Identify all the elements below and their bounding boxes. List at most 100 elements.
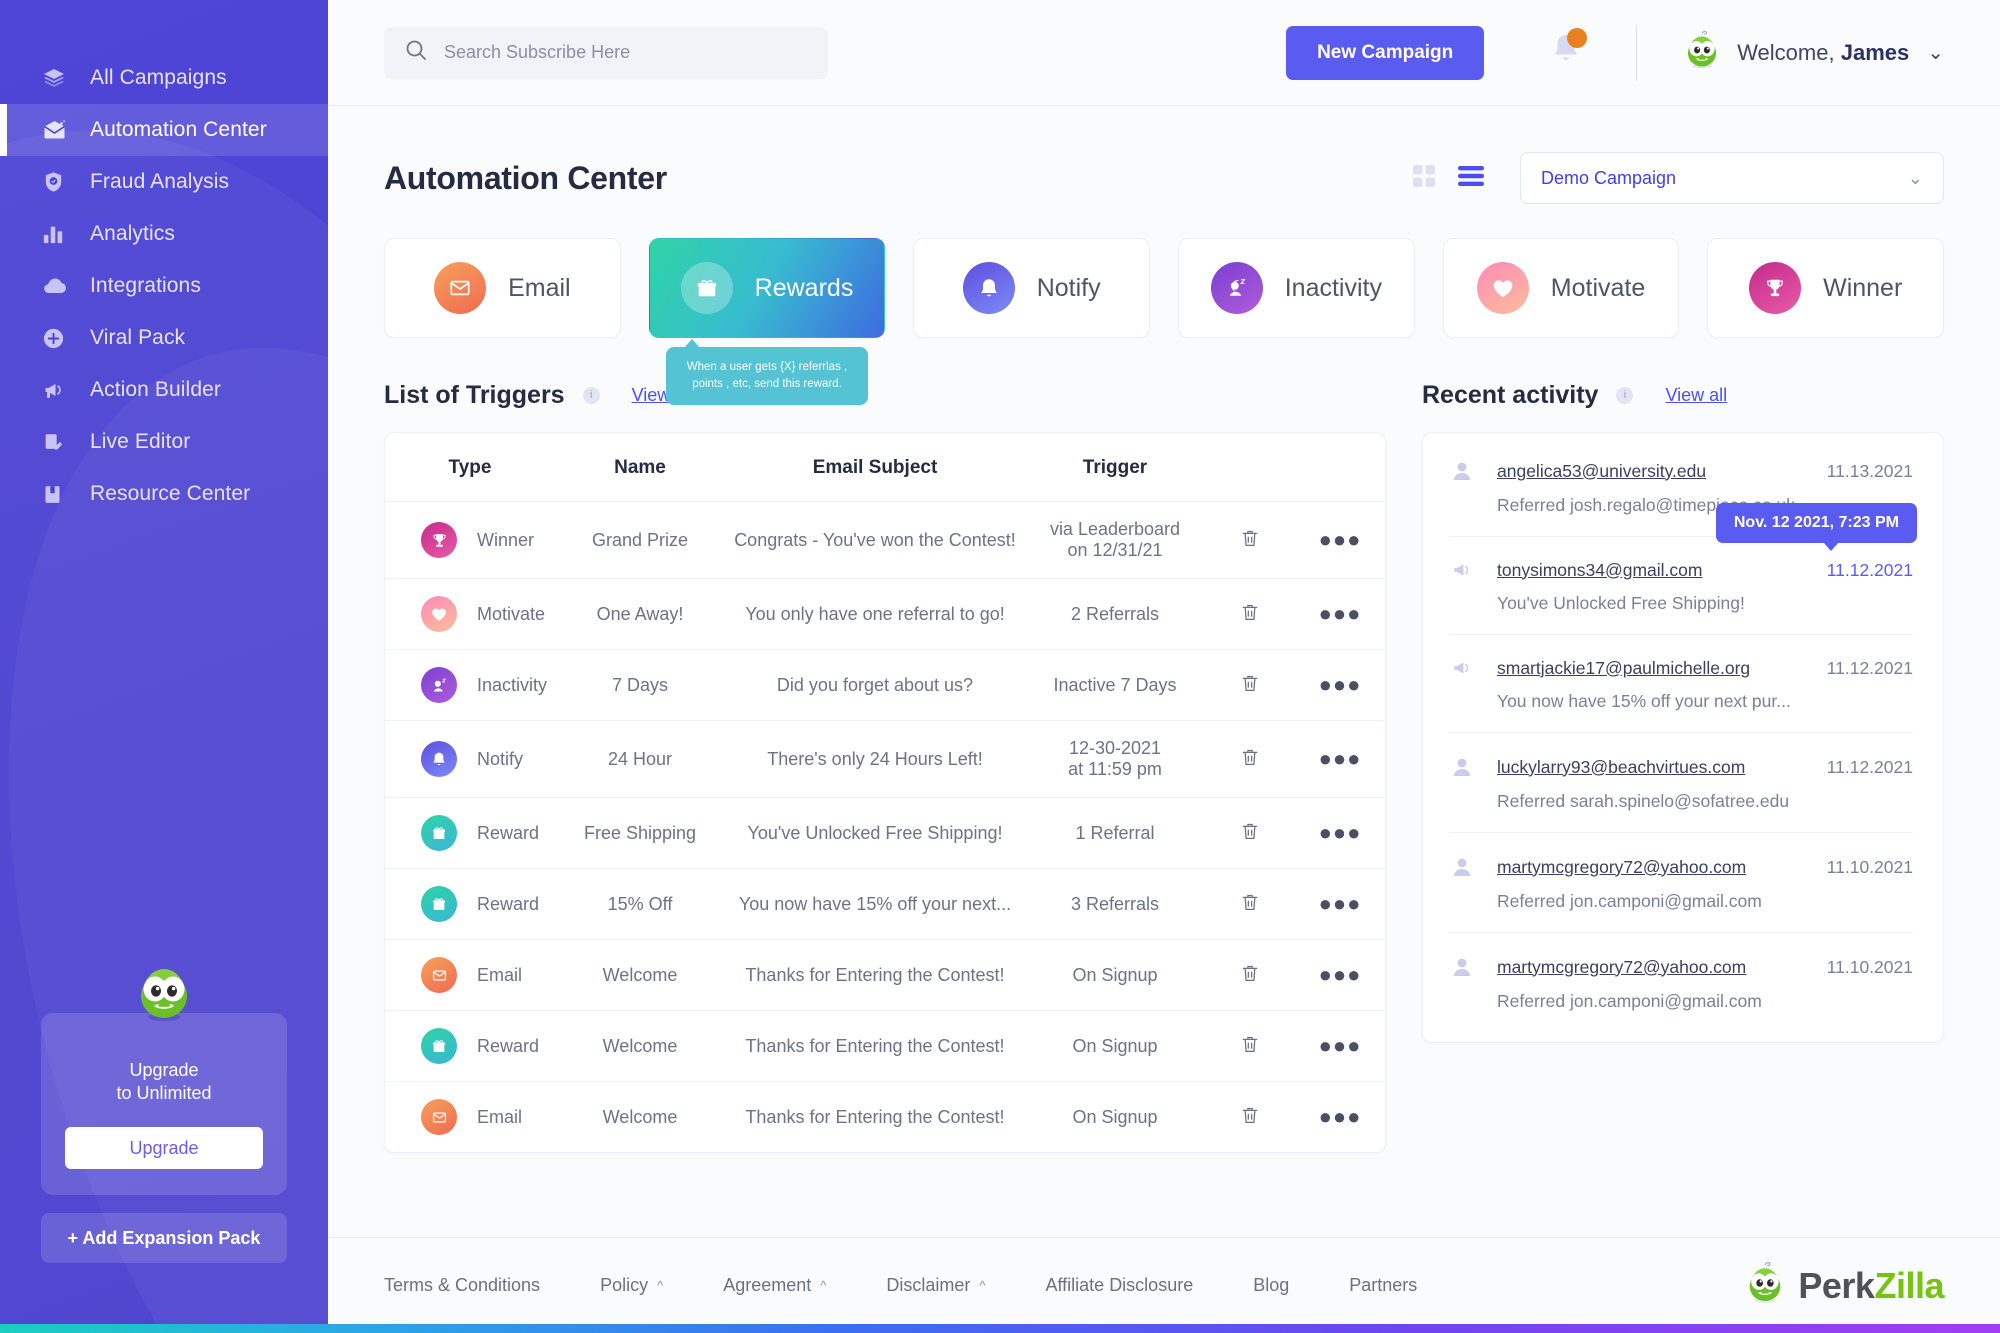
recent-activity-header: Recent activity i View all [1422, 376, 1944, 414]
type-label: Reward [477, 1035, 540, 1056]
footer-link[interactable]: Blog [1253, 1275, 1289, 1296]
perkzilla-mascot-icon [1742, 1259, 1788, 1312]
category-card-notify[interactable]: Notify [913, 238, 1151, 338]
table-row[interactable]: Motivate One Away! You only have one refer… [385, 578, 1385, 650]
delete-icon[interactable] [1240, 894, 1260, 917]
activity-email-link[interactable]: tonysimons34@gmail.com [1497, 560, 1702, 581]
table-row[interactable]: Inactivity 7 Days Did you forget about us?… [385, 649, 1385, 721]
category-card-winner[interactable]: Winner [1707, 238, 1945, 338]
sidebar-item-automation-center[interactable]: Automation Center [0, 104, 328, 156]
user-menu[interactable]: Welcome, James ⌄ [1681, 28, 1944, 77]
cell-name: 7 Days [555, 649, 725, 721]
info-icon[interactable]: i [1616, 386, 1634, 404]
activity-item[interactable]: smartjackie17@paulmichelle.org 11.12.2021… [1449, 634, 1913, 732]
sidebar: All Campaigns Automation Center Fraud An… [0, 0, 328, 1333]
sidebar-item-resource-center[interactable]: Resource Center [0, 468, 328, 520]
sidebar-item-label: Resource Center [90, 482, 251, 505]
add-expansion-pack-button[interactable]: + Add Expansion Pack [41, 1213, 287, 1263]
column-header-name: Name [614, 457, 666, 478]
more-options-icon[interactable]: ●●● [1319, 1033, 1362, 1058]
triggers-section: List of Triggers i View all Type Name Em… [384, 376, 1386, 1153]
avatar [1681, 28, 1723, 77]
moon-sleep-icon [1210, 262, 1263, 314]
delete-icon[interactable] [1240, 530, 1260, 553]
cell-trigger: 3 Referrals [1025, 868, 1205, 940]
more-options-icon[interactable]: ●●● [1319, 1104, 1362, 1129]
activity-view-all-link[interactable]: View all [1665, 385, 1727, 406]
delete-icon[interactable] [1240, 1107, 1260, 1130]
search-input[interactable] [444, 42, 808, 63]
sidebar-item-live-editor[interactable]: Live Editor [0, 416, 328, 468]
list-view-icon[interactable] [1458, 165, 1484, 192]
sidebar-item-label: All Campaigns [90, 66, 227, 89]
sidebar-item-all-campaigns[interactable]: All Campaigns [0, 52, 328, 104]
footer-link[interactable]: Partners [1349, 1275, 1417, 1296]
more-options-icon[interactable]: ●●● [1319, 820, 1362, 845]
search-container[interactable] [384, 26, 828, 79]
activity-email-link[interactable]: martymcgregory72@yahoo.com [1497, 857, 1746, 878]
footer-link-label: Policy [600, 1275, 649, 1295]
upgrade-button[interactable]: Upgrade [65, 1127, 263, 1169]
footer-link[interactable]: Disclaimer ^ [886, 1275, 985, 1296]
more-options-icon[interactable]: ●●● [1319, 672, 1362, 697]
chevron-down-icon: ⌄ [1927, 42, 1944, 64]
category-label: Winner [1823, 273, 1903, 302]
more-options-icon[interactable]: ●●● [1319, 527, 1362, 552]
delete-icon[interactable] [1240, 675, 1260, 698]
delete-icon[interactable] [1240, 1036, 1260, 1059]
brand-part2: Zilla [1874, 1264, 1944, 1306]
activity-email-link[interactable]: angelica53@university.edu [1497, 461, 1706, 482]
delete-icon[interactable] [1240, 749, 1260, 772]
info-icon[interactable]: i [582, 386, 600, 404]
table-row[interactable]: Reward Welcome Thanks for Entering the Con… [385, 1010, 1385, 1082]
campaign-select[interactable]: Demo Campaign ⌄ [1520, 152, 1944, 204]
delete-icon[interactable] [1240, 604, 1260, 627]
activity-item[interactable]: martymcgregory72@yahoo.com 11.10.2021 Refe… [1449, 932, 1913, 1032]
table-row[interactable]: Winner Grand Prize Congrats - You've won t… [385, 501, 1385, 579]
activity-email-link[interactable]: martymcgregory72@yahoo.com [1497, 957, 1746, 978]
bell-icon [1548, 35, 1584, 73]
table-row[interactable]: Email Welcome Thanks for Entering the Cont… [385, 1081, 1385, 1152]
activity-item[interactable]: Nov. 12 2021, 7:23 PM tonysimons34@gmail.… [1449, 503, 1917, 634]
triggers-table-body: Winner Grand Prize Congrats - You've won t… [385, 501, 1385, 1152]
triggers-table-card: Type Name Email Subject Trigger Winner Gr… [384, 432, 1386, 1153]
sidebar-item-action-builder[interactable]: Action Builder [0, 364, 328, 416]
sidebar-item-viral-pack[interactable]: Viral Pack [0, 312, 328, 364]
table-row[interactable]: Reward Free Shipping You've Unlocked Free … [385, 797, 1385, 869]
sidebar-item-integrations[interactable]: Integrations [0, 260, 328, 312]
table-row[interactable]: Notify 24 Hour There's only 24 Hours Left!… [385, 720, 1385, 798]
view-toggle-group [1412, 164, 1484, 193]
grid-view-icon[interactable] [1412, 164, 1436, 193]
type-label: Winner [477, 529, 535, 550]
category-card-motivate[interactable]: Motivate [1442, 238, 1680, 338]
more-options-icon[interactable]: ●●● [1319, 891, 1362, 916]
category-card-rewards[interactable]: Rewards When a user gets {X} referrlas ,… [648, 238, 886, 405]
delete-icon[interactable] [1240, 823, 1260, 846]
activity-email-link[interactable]: smartjackie17@paulmichelle.org [1497, 658, 1750, 679]
footer-link[interactable]: Policy ^ [600, 1275, 663, 1296]
table-row[interactable]: Reward 15% Off You now have 15% off your n… [385, 868, 1385, 940]
more-options-icon[interactable]: ●●● [1319, 962, 1362, 987]
new-campaign-button[interactable]: New Campaign [1286, 25, 1485, 80]
sidebar-item-analytics[interactable]: Analytics [0, 208, 328, 260]
activity-date: 11.10.2021 [1826, 956, 1913, 977]
more-options-icon[interactable]: ●●● [1319, 601, 1362, 626]
activity-email-link[interactable]: luckylarry93@beachvirtues.com [1497, 757, 1745, 778]
cell-type: Reward [385, 1010, 555, 1082]
activity-item[interactable]: martymcgregory72@yahoo.com 11.10.2021 Refe… [1449, 832, 1913, 932]
activity-item[interactable]: luckylarry93@beachvirtues.com 11.12.2021 R… [1449, 732, 1913, 832]
table-row[interactable]: Email Welcome Thanks for Entering the Cont… [385, 939, 1385, 1011]
footer-link[interactable]: Agreement ^ [723, 1275, 826, 1296]
topbar: New Campaign [328, 0, 2000, 106]
more-options-icon[interactable]: ●●● [1319, 746, 1362, 771]
category-card-inactivity[interactable]: Inactivity [1178, 238, 1415, 338]
sidebar-item-fraud-analysis[interactable]: Fraud Analysis [0, 156, 328, 208]
category-card-email[interactable]: Email [384, 238, 621, 338]
book-icon [42, 481, 72, 507]
column-header-type: Type [448, 457, 492, 478]
footer-link[interactable]: Affiliate Disclosure [1045, 1275, 1193, 1296]
gift-icon [421, 886, 457, 922]
footer-link[interactable]: Terms & Conditions [384, 1275, 540, 1296]
notifications-button[interactable] [1548, 28, 1588, 74]
delete-icon[interactable] [1240, 965, 1260, 988]
